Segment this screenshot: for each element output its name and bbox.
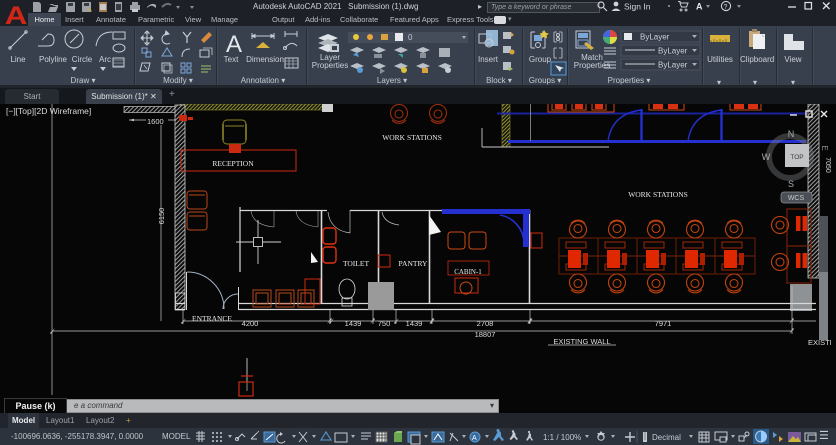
svg-text:A: A: [226, 31, 242, 58]
svg-text:TOILET: TOILET: [343, 259, 370, 268]
svg-text:PANTRY: PANTRY: [399, 259, 428, 268]
svg-text:750: 750: [378, 319, 391, 328]
svg-text:EXISTING WALL: EXISTING WALL: [553, 337, 610, 346]
svg-text:S: S: [788, 179, 794, 189]
svg-text:ByLayer: ByLayer: [658, 61, 688, 70]
svg-text:A: A: [472, 435, 477, 442]
svg-text:WORK STATIONS: WORK STATIONS: [628, 190, 688, 199]
svg-text:A: A: [696, 2, 703, 12]
svg-text:18807: 18807: [475, 330, 496, 339]
svg-text:1:1 / 100%: 1:1 / 100%: [543, 433, 581, 442]
svg-text:E: E: [820, 145, 829, 150]
svg-text:RECEPTION: RECEPTION: [212, 159, 254, 168]
svg-text:A: A: [5, 1, 28, 26]
svg-text:ByLayer: ByLayer: [640, 33, 670, 42]
svg-text:7971: 7971: [655, 319, 672, 328]
svg-text:1600: 1600: [147, 117, 164, 126]
svg-text:[−][Top][2D Wireframe]: [−][Top][2D Wireframe]: [6, 106, 91, 116]
svg-text:2708: 2708: [477, 319, 494, 328]
svg-text:EXISTI: EXISTI: [808, 338, 832, 347]
svg-text:ByLayer: ByLayer: [658, 47, 688, 56]
svg-text:N: N: [788, 129, 795, 139]
svg-text:1439: 1439: [406, 319, 423, 328]
svg-text:?: ?: [724, 4, 728, 11]
svg-text:4200: 4200: [242, 319, 259, 328]
svg-text:Decimal: Decimal: [652, 433, 681, 442]
svg-text:TOP: TOP: [790, 154, 803, 161]
svg-text:6150: 6150: [157, 208, 166, 225]
svg-text:1439: 1439: [345, 319, 362, 328]
svg-text:WORK STATIONS: WORK STATIONS: [382, 133, 442, 142]
svg-text:7050: 7050: [824, 157, 831, 173]
svg-text:0: 0: [408, 33, 413, 42]
svg-text:Sign In: Sign In: [624, 2, 651, 12]
svg-text:W: W: [762, 152, 771, 162]
svg-text:WCS: WCS: [788, 195, 805, 202]
svg-text:ENTRANCE: ENTRANCE: [192, 314, 232, 323]
